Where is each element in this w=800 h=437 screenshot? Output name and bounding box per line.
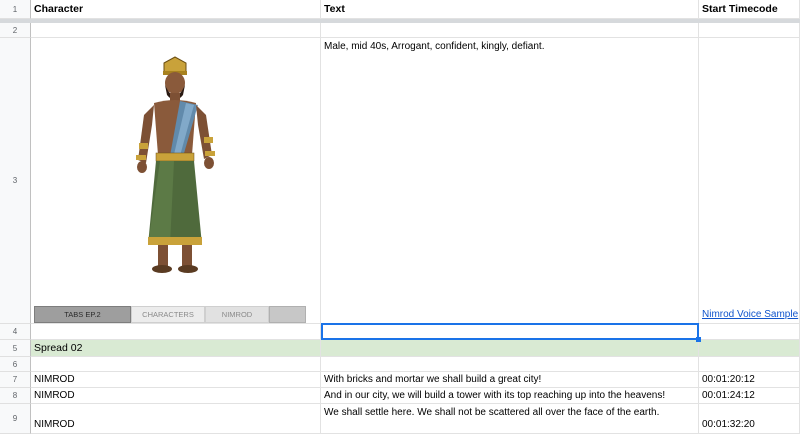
table-row: 9 NIMROD We shall settle here. We shall … xyxy=(0,404,800,434)
cell-c6[interactable] xyxy=(699,357,800,372)
cell-b2[interactable] xyxy=(321,23,699,38)
cell-a4[interactable] xyxy=(31,324,321,340)
row-number[interactable]: 1 xyxy=(0,0,31,19)
next-column-edge xyxy=(796,2,800,16)
column-header-start-timecode[interactable]: Start Timecode xyxy=(699,0,800,19)
table-row: 7 NIMROD With bricks and mortar we shall… xyxy=(0,372,800,388)
column-header-character[interactable]: Character xyxy=(31,0,321,19)
image-tab-characters: CHARACTERS xyxy=(131,306,205,323)
cell-b3[interactable]: Male, mid 40s, Arrogant, confident, king… xyxy=(321,38,699,324)
row-number[interactable]: 2 xyxy=(0,23,31,38)
header-row: 1 Character Text Start Timecode xyxy=(0,0,800,19)
section-label[interactable]: Spread 02 xyxy=(31,340,321,357)
timecode-cell[interactable]: 00:01:20:12 xyxy=(699,372,800,388)
character-cell[interactable]: NIMROD xyxy=(31,388,321,404)
row-number[interactable]: 4 xyxy=(0,324,31,340)
column-header-text[interactable]: Text xyxy=(321,0,699,19)
cell-c4[interactable] xyxy=(699,324,800,340)
text-cell[interactable]: And in our city, we will build a tower w… xyxy=(321,388,699,404)
cell-a2[interactable] xyxy=(31,23,321,38)
voice-sample-link[interactable]: Nimrod Voice Sample xyxy=(702,309,798,320)
cell-b6[interactable] xyxy=(321,357,699,372)
character-illustration[interactable] xyxy=(120,55,230,280)
cell-b4-selected[interactable] xyxy=(321,324,699,340)
text-cell[interactable]: We shall settle here. We shall not be sc… xyxy=(321,404,699,434)
cell-c5[interactable] xyxy=(699,340,800,357)
table-row: 4 xyxy=(0,324,800,340)
row-number[interactable]: 3 xyxy=(0,38,31,324)
text-cell[interactable]: With bricks and mortar we shall build a … xyxy=(321,372,699,388)
character-cell[interactable]: NIMROD xyxy=(31,372,321,388)
row-number[interactable]: 5 xyxy=(0,340,31,357)
image-tab-episode: TABS EP.2 xyxy=(34,306,131,323)
cell-b5[interactable] xyxy=(321,340,699,357)
table-row: 2 xyxy=(0,23,800,38)
timecode-cell[interactable]: 00:01:32:20 xyxy=(699,404,800,434)
cell-a6[interactable] xyxy=(31,357,321,372)
cell-c3[interactable]: Nimrod Voice Sample xyxy=(699,38,800,324)
row-number[interactable]: 9 xyxy=(0,404,31,434)
character-cell[interactable]: NIMROD xyxy=(31,404,321,434)
table-row: 6 xyxy=(0,357,800,372)
fill-handle[interactable] xyxy=(696,337,701,342)
section-row: 5 Spread 02 xyxy=(0,340,800,357)
table-row: 8 NIMROD And in our city, we will build … xyxy=(0,388,800,404)
cell-c2[interactable] xyxy=(699,23,800,38)
row-number[interactable]: 6 xyxy=(0,357,31,372)
image-tab-strip: TABS EP.2 CHARACTERS NIMROD xyxy=(34,306,306,323)
image-tab-nimrod: NIMROD xyxy=(205,306,269,323)
timecode-cell[interactable]: 00:01:24:12 xyxy=(699,388,800,404)
row-number[interactable]: 8 xyxy=(0,388,31,404)
row-number[interactable]: 7 xyxy=(0,372,31,388)
image-tab-blank xyxy=(269,306,306,323)
